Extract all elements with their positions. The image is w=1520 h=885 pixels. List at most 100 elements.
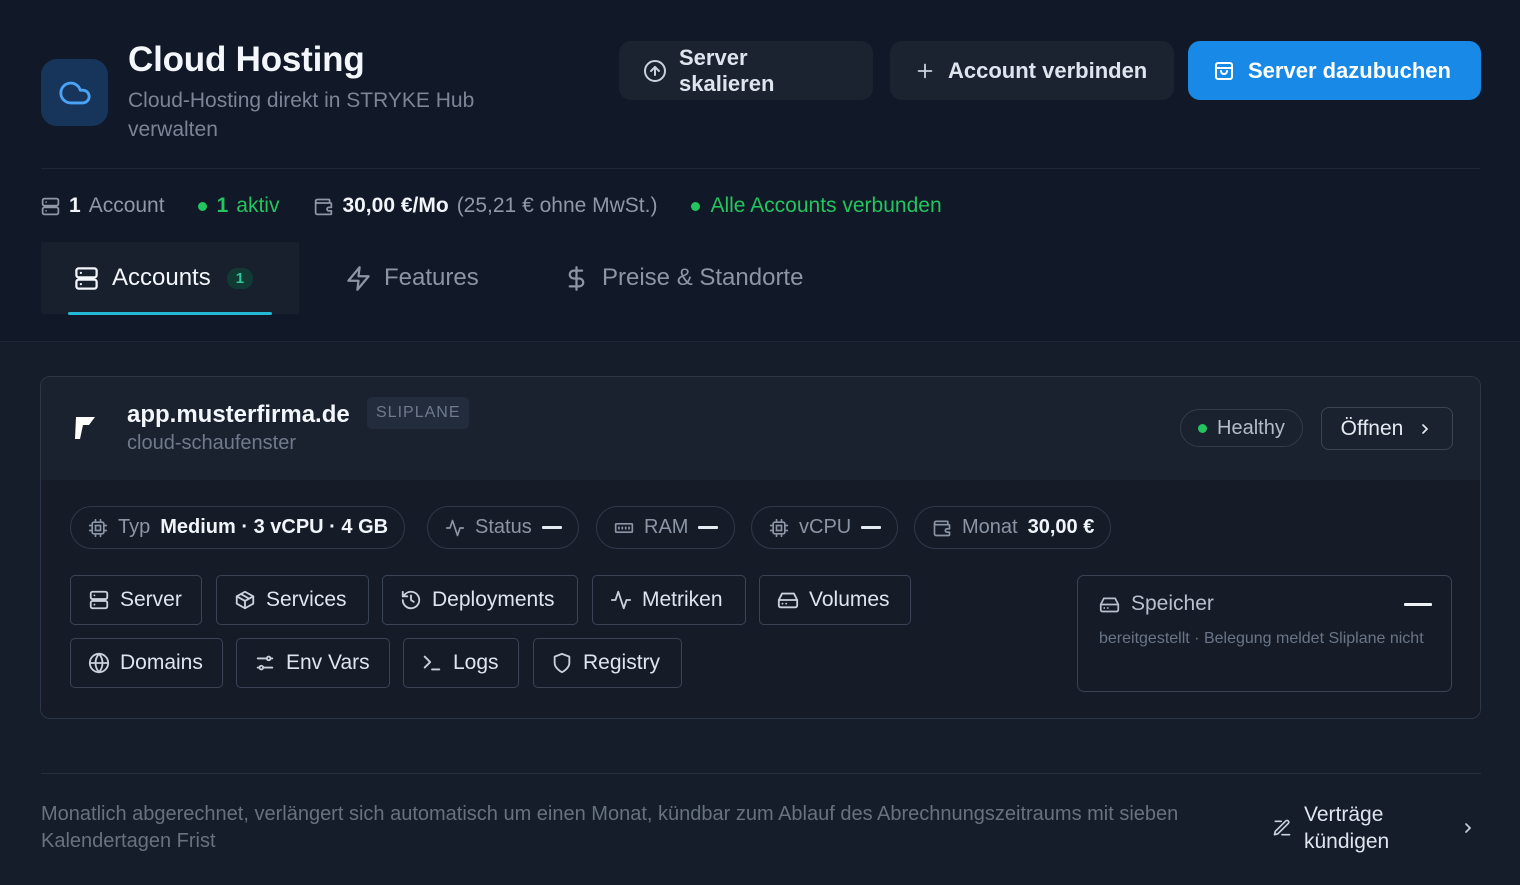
tab-accounts-label: Accounts: [112, 264, 211, 291]
open-button[interactable]: Öffnen: [1321, 407, 1453, 450]
account-count: 1: [69, 194, 81, 217]
storage-label: Speicher: [1131, 592, 1214, 615]
book-server-button[interactable]: Server dazubuchen: [1188, 41, 1481, 100]
account-card: app.musterfirma.de SLIPLANE cloud-schauf…: [40, 376, 1481, 719]
server-icon: [89, 590, 109, 610]
vcpu-label: vCPU: [799, 516, 852, 538]
type-value: Medium · 3 vCPU · 4 GB: [160, 516, 389, 538]
vcpu-pill: vCPU: [751, 506, 899, 549]
status-label: Status: [475, 516, 532, 538]
stat-connection: Alle Accounts verbunden: [691, 194, 942, 218]
health-dot: [1198, 423, 1207, 433]
account-domain: app.musterfirma.de: [127, 401, 350, 428]
shopping-bag-icon: [1215, 61, 1233, 80]
active-dot: [197, 201, 207, 211]
connection-dot: [691, 201, 701, 211]
activity-icon: [445, 519, 465, 536]
sliders-icon: [256, 655, 274, 671]
metrics-button[interactable]: Metriken: [592, 575, 746, 625]
memory-icon: [614, 522, 634, 533]
server-button[interactable]: Server: [70, 575, 202, 625]
zap-icon: [347, 265, 370, 291]
domains-button[interactable]: Domains: [70, 638, 223, 688]
tab-features[interactable]: Features: [345, 242, 479, 314]
cpu-icon: [769, 518, 789, 537]
globe-icon: [88, 652, 110, 674]
storage-description: bereitgestellt · Belegung meldet Sliplan…: [1099, 630, 1424, 647]
status-value-placeholder: [541, 526, 562, 529]
registry-button[interactable]: Registry: [533, 638, 682, 688]
server-icon: [75, 266, 98, 290]
storage-panel: Speicher bereitgestellt · Belegung melde…: [1077, 575, 1452, 692]
volumes-button-label: Volumes: [809, 588, 890, 611]
storage-header: Speicher: [1099, 592, 1214, 616]
active-tab-indicator: [68, 312, 272, 315]
deployments-button[interactable]: Deployments: [382, 575, 578, 625]
monthly-price: 30,00 €/Mo: [342, 194, 449, 217]
tab-pricing-label: Preise & Standorte: [602, 264, 804, 291]
services-button[interactable]: Services: [216, 575, 369, 625]
domains-button-label: Domains: [120, 651, 203, 674]
env-vars-button[interactable]: Env Vars: [236, 638, 390, 688]
net-price: (25,21 € ohne MwSt.): [456, 194, 658, 217]
chevron-right-icon: [1465, 823, 1472, 833]
cpu-icon: [88, 518, 108, 537]
page-subtitle: Cloud-Hosting direkt in STRYKE Hub verwa…: [128, 89, 475, 141]
header-divider: [41, 168, 1480, 169]
cancel-contracts-label: Verträge kündigen: [1304, 803, 1390, 853]
billing-note: Monatlich abgerechnet, verlängert sich a…: [41, 803, 1179, 852]
stat-accounts: 1 Account: [40, 194, 165, 218]
health-badge: Healthy: [1180, 409, 1303, 447]
tab-accounts[interactable]: Accounts 1: [41, 242, 299, 315]
deployments-button-label: Deployments: [432, 588, 555, 611]
chevron-right-icon: [1422, 423, 1429, 434]
month-pill: Monat 30,00 €: [914, 506, 1112, 549]
logs-button-label: Logs: [453, 651, 499, 674]
connection-status: Alle Accounts verbunden: [710, 194, 942, 217]
hard-drive-icon: [777, 592, 799, 609]
page-title: Cloud Hosting: [128, 40, 365, 79]
services-button-label: Services: [266, 588, 347, 611]
account-project: cloud-schaufenster: [127, 432, 296, 454]
activity-icon: [610, 590, 632, 610]
server-button-label: Server: [120, 588, 182, 611]
cancel-contracts-button[interactable]: Verträge kündigen: [1272, 800, 1482, 856]
tab-features-label: Features: [384, 264, 479, 291]
ram-label: RAM: [644, 516, 689, 538]
connect-account-button[interactable]: Account verbinden: [890, 41, 1174, 100]
page-header-region: Cloud Hosting Cloud-Hosting direkt in ST…: [0, 0, 1520, 342]
open-label: Öffnen: [1340, 416, 1404, 440]
account-label: Account: [88, 194, 165, 217]
scale-server-button[interactable]: Server skalieren: [619, 41, 873, 100]
connect-account-label: Account verbinden: [948, 57, 1148, 83]
stat-active: 1 aktiv: [197, 194, 279, 218]
month-value: 30,00 €: [1027, 516, 1095, 538]
terminal-icon: [423, 655, 441, 671]
logs-button[interactable]: Logs: [403, 638, 519, 688]
scale-server-label: Server skalieren: [679, 44, 775, 96]
sliplane-logo-icon: [75, 417, 95, 439]
cloud-logo: [41, 59, 108, 126]
dollar-icon: [568, 265, 585, 291]
edit-icon: [1273, 819, 1291, 836]
footer-divider: [41, 773, 1481, 774]
health-label: Healthy: [1217, 416, 1285, 439]
wallet-icon: [315, 198, 333, 215]
wallet-icon: [933, 520, 951, 536]
arrow-up-circle-icon: [644, 59, 666, 82]
stats-row: 1 Account 1 aktiv 30,00 €/Mo (25,21 € oh…: [40, 191, 942, 221]
cloud-icon: [58, 81, 91, 104]
type-pill: Typ Medium · 3 vCPU · 4 GB: [70, 506, 406, 549]
tab-pricing-locations[interactable]: Preise & Standorte: [563, 242, 803, 314]
book-server-label: Server dazubuchen: [1248, 57, 1451, 83]
volumes-button[interactable]: Volumes: [759, 575, 911, 625]
env-vars-button-label: Env Vars: [286, 651, 370, 674]
accounts-count-badge: 1: [226, 267, 254, 289]
server-icon: [41, 197, 60, 215]
provider-tag: SLIPLANE: [367, 397, 470, 429]
type-label: Typ: [118, 516, 151, 538]
hard-drive-icon: [1099, 597, 1120, 612]
vcpu-value-placeholder: [861, 526, 882, 529]
status-pill: Status: [427, 506, 579, 549]
stat-price: 30,00 €/Mo (25,21 € ohne MwSt.): [313, 194, 657, 218]
